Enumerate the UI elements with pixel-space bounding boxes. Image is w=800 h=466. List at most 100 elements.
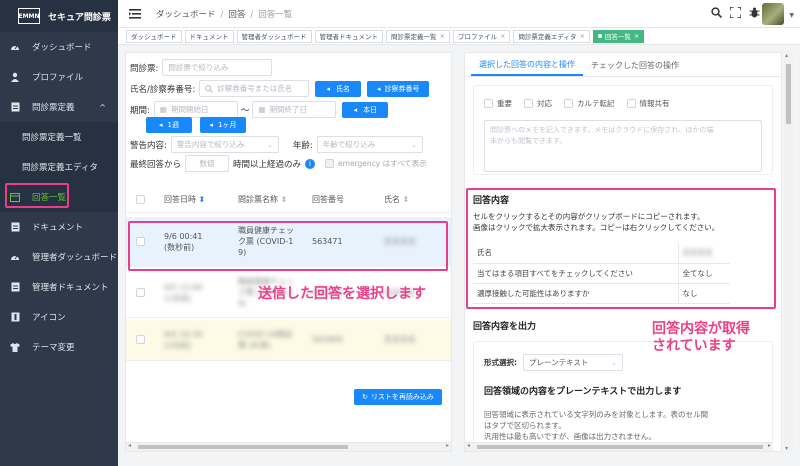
sort-icon[interactable]: ⬍ xyxy=(281,195,288,204)
scrollbar-thumb[interactable] xyxy=(477,445,763,449)
scrollbar-thumb[interactable] xyxy=(786,64,791,124)
format-row: 形式選択: プレーンテキスト ⌄ xyxy=(484,354,623,371)
answer-question[interactable]: 濃厚接触した可能性はありますか xyxy=(473,283,678,304)
column-header-questionnaire[interactable]: 問診票名称 ⬍ xyxy=(238,194,312,205)
row-person-name: 氏名氏名 xyxy=(384,335,416,344)
bug-icon[interactable] xyxy=(749,7,760,18)
sidebar-item-admin-dashboard[interactable]: 管理者ダッシュボード xyxy=(0,242,118,272)
search-icon[interactable] xyxy=(711,7,722,18)
tab-checked-answers[interactable]: チェックした回答の操作 xyxy=(583,54,687,76)
inbox-icon xyxy=(10,192,20,202)
close-icon[interactable]: × xyxy=(634,32,639,40)
annotation-retrieved: 回答内容が取得 されています xyxy=(652,321,750,354)
row-checkbox[interactable] xyxy=(136,335,145,344)
scrollbar-thumb[interactable] xyxy=(138,445,348,449)
close-icon[interactable]: × xyxy=(500,32,505,40)
tab-selected-answer[interactable]: 選択した回答の内容と操作 xyxy=(471,54,583,76)
period-start-input[interactable]: ▦ 期間開始日 xyxy=(153,101,238,118)
table-row[interactable]: 9/4 10:30 (2日前) COVID-19問診票 (外来) 563469 氏… xyxy=(126,319,451,361)
horizontal-scrollbar[interactable]: ◂ ▸ xyxy=(465,442,773,451)
answer-row[interactable]: 当てはまる項目すべてをチェックしてください 全てなし xyxy=(473,263,730,284)
scroll-right-icon[interactable]: ▸ xyxy=(446,442,449,449)
tab-dashboard[interactable]: ダッシュボード xyxy=(126,29,182,43)
reload-list-button[interactable]: ↻ リストを再読み込み xyxy=(354,389,442,405)
tab-admin-documents[interactable]: 管理者ドキュメント xyxy=(314,29,383,43)
flag-chart-transcribed[interactable]: カルテ転記 xyxy=(564,98,615,109)
scroll-down-icon[interactable]: ▾ xyxy=(785,445,788,452)
search-name-button[interactable]: ◂ 氏名 xyxy=(315,80,362,97)
period-end-input[interactable]: ▦ 期間終了日 xyxy=(252,101,337,118)
search-card-button[interactable]: ◂ 診察券番号 xyxy=(367,80,430,97)
answer-question[interactable]: 当てはまる項目すべてをチェックしてください xyxy=(473,263,678,284)
sidebar-item-answers[interactable]: 回答一覧 xyxy=(0,182,118,212)
close-icon[interactable]: × xyxy=(440,32,445,40)
vertical-scrollbar[interactable]: ▴ ▾ xyxy=(784,52,793,452)
scroll-left-icon[interactable]: ◂ xyxy=(128,442,131,449)
sort-icon[interactable]: ⬍ xyxy=(403,195,410,204)
today-button[interactable]: ◂ 本日 xyxy=(342,101,389,118)
tab-documents[interactable]: ドキュメント xyxy=(184,29,234,43)
select-all-checkbox[interactable] xyxy=(136,195,145,204)
menu-toggle-icon[interactable] xyxy=(128,8,142,19)
flag-important[interactable]: 重要 xyxy=(484,98,512,109)
tab-profile[interactable]: プロファイル × xyxy=(452,29,511,43)
answer-value[interactable]: 氏名氏名 xyxy=(677,243,730,264)
month-button[interactable]: ◂ 1ヶ月 xyxy=(200,117,246,133)
sidebar-item-def-editor[interactable]: 問診票定義エディタ xyxy=(0,152,118,182)
sidebar-item-dashboard[interactable]: ダッシュボード xyxy=(0,32,118,62)
sidebar-item-icons[interactable]: アイコン xyxy=(0,302,118,332)
sort-icon[interactable]: ⬍ xyxy=(199,195,206,204)
scroll-left-icon[interactable]: ◂ xyxy=(467,442,470,449)
brand-logo-icon: EMMN xyxy=(18,8,40,24)
answer-value[interactable]: なし xyxy=(677,283,730,304)
memo-textarea[interactable]: 問診票へのメモを記入できます。メモはクラウドに保存され、ほかの端 末からも閲覧でき… xyxy=(484,120,762,172)
answer-row[interactable]: 濃厚接触した可能性はありますか なし xyxy=(473,283,730,304)
fullscreen-icon[interactable] xyxy=(730,7,741,18)
search-icon xyxy=(205,84,214,93)
warning-select[interactable]: 警告内容で絞り込み ⌄ xyxy=(170,136,279,153)
answer-row[interactable]: 氏名 氏名氏名 xyxy=(473,243,730,264)
answer-value[interactable]: 全てなし xyxy=(677,263,730,284)
sidebar-item-profile[interactable]: プロファイル xyxy=(0,62,118,92)
caret-down-icon[interactable]: ▼ xyxy=(789,12,794,19)
breadcrumb-item[interactable]: ダッシュボード xyxy=(156,10,216,20)
scroll-up-icon[interactable]: ▴ xyxy=(785,52,788,59)
sidebar-item-documents[interactable]: ドキュメント xyxy=(0,212,118,242)
scroll-right-icon[interactable]: ▸ xyxy=(768,442,771,449)
close-icon[interactable]: × xyxy=(579,32,584,40)
row-checkbox[interactable] xyxy=(136,288,145,297)
tab-def-list[interactable]: 問診票定義一覧 × xyxy=(386,29,450,43)
flag-shared[interactable]: 情報共有 xyxy=(626,98,670,109)
week-button[interactable]: ◂ 1週 xyxy=(146,117,192,133)
sidebar-item-questionnaire-def[interactable]: 問診票定義 ^ xyxy=(0,92,118,122)
questionnaire-select[interactable]: 問診票で絞り込み xyxy=(162,59,273,76)
row-checkbox[interactable] xyxy=(136,237,145,246)
sidebar-item-label: アイコン xyxy=(32,313,66,323)
info-icon[interactable]: i xyxy=(305,158,316,169)
emergency-checkbox[interactable] xyxy=(325,159,335,168)
column-header-datetime[interactable]: 回答日時 ⬍ xyxy=(164,194,238,205)
answer-question[interactable]: 氏名 xyxy=(473,243,678,264)
sidebar-item-theme[interactable]: テーマ変更 xyxy=(0,332,118,362)
format-select[interactable]: プレーンテキスト ⌄ xyxy=(523,354,623,371)
horizontal-scrollbar[interactable]: ◂ ▸ xyxy=(126,442,451,451)
sidebar-item-admin-documents[interactable]: 管理者ドキュメント xyxy=(0,272,118,302)
name-search-input[interactable]: 診察券番号または氏名 xyxy=(199,80,310,97)
filter-label: 期間: xyxy=(130,105,150,116)
answer-table: 氏名 氏名氏名 当てはまる項目すべてをチェックしてください 全てなし 濃厚接触した可… xyxy=(473,243,730,304)
sidebar-item-label: 問診票定義エディタ xyxy=(22,163,98,173)
breadcrumb-item[interactable]: 回答 xyxy=(228,10,245,20)
age-select[interactable]: 年齢で絞り込み ⌄ xyxy=(316,136,423,153)
filter-label: 問診票: xyxy=(130,63,159,74)
tab-def-editor[interactable]: 問診票定義エディタ × xyxy=(513,29,590,43)
tab-answers[interactable]: 回答一覧 × xyxy=(592,29,645,43)
column-header-name[interactable]: 氏名 ⬍ xyxy=(384,194,409,205)
brand[interactable]: EMMN セキュア問診票 xyxy=(0,0,118,32)
table-row[interactable]: 9/6 00:41 (数秒前) 職員健康チェッ ク票 (COVID-1 9) 5634… xyxy=(126,217,451,267)
flag-handled[interactable]: 対応 xyxy=(524,98,552,109)
avatar[interactable] xyxy=(762,3,784,25)
tab-admin-dashboard[interactable]: 管理者ダッシュボード xyxy=(236,29,312,43)
sidebar-item-label: 問診票定義一覧 xyxy=(22,133,82,143)
elapsed-hours-input[interactable]: 数値 xyxy=(185,155,230,172)
sidebar-item-def-list[interactable]: 問診票定義一覧 xyxy=(0,122,118,152)
